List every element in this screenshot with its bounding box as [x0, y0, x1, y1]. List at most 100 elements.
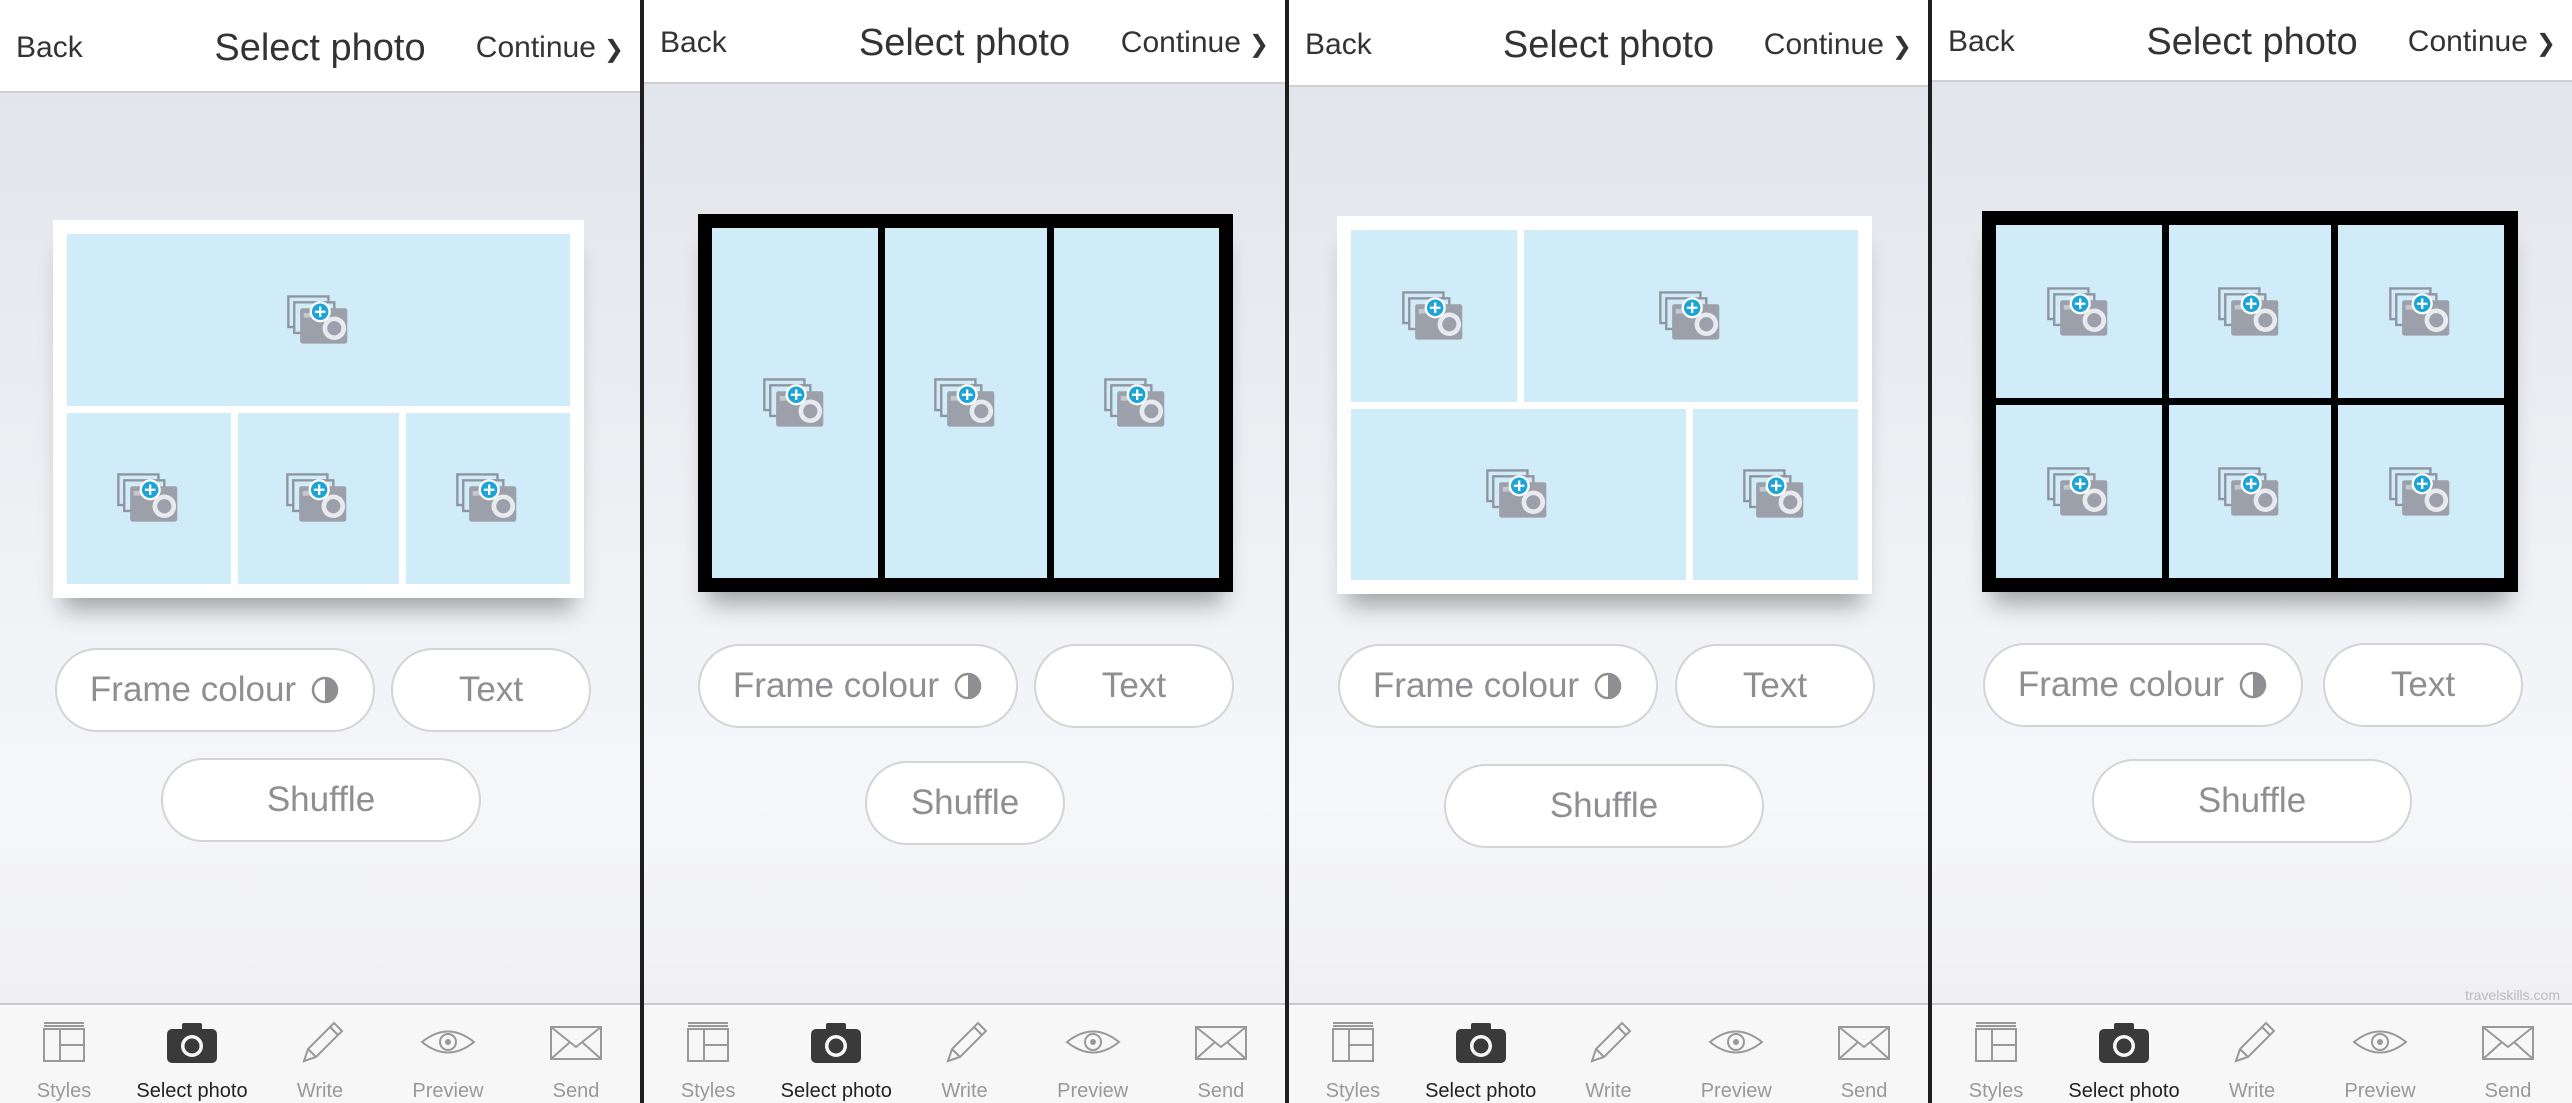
- text-button[interactable]: Text: [391, 648, 591, 732]
- text-button-label: Text: [1742, 666, 1808, 705]
- photo-slot[interactable]: [1351, 230, 1517, 402]
- tab-label: Select photo: [2068, 1080, 2180, 1102]
- camera-icon: [811, 1023, 862, 1063]
- shuffle-button[interactable]: Shuffle: [865, 761, 1065, 845]
- camera-icon-wrap: [128, 1017, 256, 1067]
- photo-slot[interactable]: [2338, 225, 2504, 398]
- phone-screen-4: Back Select photo Continue ❯ Frame colour Tex…: [1932, 0, 2572, 1103]
- envelope-icon: [2482, 1026, 2534, 1060]
- tab-label: Write: [1585, 1080, 1632, 1102]
- frame-colour-button[interactable]: Frame colour: [1983, 643, 2303, 727]
- tab-camera[interactable]: Select photo: [1417, 1005, 1545, 1103]
- back-button[interactable]: Back: [1948, 25, 2015, 59]
- styles-icon-wrap: [1932, 1017, 2060, 1067]
- shuffle-button[interactable]: Shuffle: [2092, 759, 2412, 843]
- shuffle-button-label: Shuffle: [910, 783, 1020, 822]
- tab-styles[interactable]: Styles: [644, 1005, 772, 1103]
- collage-editor: Frame colour Text Shuffle: [1932, 82, 2572, 1003]
- tab-eye[interactable]: Preview: [1029, 1005, 1157, 1103]
- tab-label: Preview: [2344, 1080, 2416, 1102]
- tab-styles[interactable]: Styles: [1289, 1005, 1417, 1103]
- contrast-icon-graphic: [1594, 672, 1622, 700]
- back-button[interactable]: Back: [16, 31, 83, 65]
- tab-envelope[interactable]: Send: [1157, 1005, 1285, 1103]
- tab-envelope[interactable]: Send: [1800, 1005, 1928, 1103]
- tab-bar: Styles Select photo Write Preview Send: [0, 1003, 640, 1103]
- tab-eye[interactable]: Preview: [2316, 1005, 2444, 1103]
- tab-label: Write: [296, 1080, 344, 1102]
- tab-pencil[interactable]: Write: [1545, 1005, 1673, 1103]
- add-photo-icon: [2047, 286, 2108, 336]
- frame-colour-button[interactable]: Frame colour: [698, 644, 1018, 728]
- photo-slot[interactable]: [67, 234, 570, 406]
- tab-label: Select photo: [780, 1080, 892, 1102]
- tab-envelope[interactable]: Send: [512, 1005, 640, 1103]
- contrast-icon: [953, 671, 983, 701]
- eye-icon-wrap: [2316, 1017, 2444, 1067]
- tab-camera[interactable]: Select photo: [128, 1005, 256, 1103]
- back-button[interactable]: Back: [660, 26, 727, 60]
- frame-colour-button[interactable]: Frame colour: [1338, 644, 1658, 728]
- photo-slot[interactable]: [1692, 408, 1858, 580]
- collage-editor: Frame colour Text Shuffle: [0, 93, 640, 1003]
- continue-button[interactable]: Continue ❯: [1764, 28, 1912, 62]
- photo-slot[interactable]: [712, 228, 878, 578]
- add-photo-icon: [286, 295, 347, 344]
- frame-colour-button[interactable]: Frame colour: [55, 648, 375, 732]
- text-button[interactable]: Text: [1034, 644, 1234, 728]
- styles-icon: [687, 1022, 730, 1062]
- phone-screen-3: Back Select photo Continue ❯ Frame colour Tex…: [1289, 0, 1928, 1103]
- frame-colour-label: Frame colour: [89, 670, 297, 709]
- tab-pencil[interactable]: Write: [900, 1005, 1028, 1103]
- photo-slot[interactable]: [1996, 225, 2162, 398]
- continue-label: Continue: [1763, 27, 1884, 61]
- tab-label: Send: [1840, 1080, 1888, 1102]
- continue-button[interactable]: Continue ❯: [1121, 26, 1269, 60]
- tab-envelope[interactable]: Send: [2444, 1005, 2572, 1103]
- nav-bar: Back Select photo Continue ❯: [1932, 0, 2572, 82]
- photo-slot[interactable]: [1351, 408, 1686, 580]
- chevron-right-icon: ❯: [1891, 32, 1912, 60]
- shuffle-button[interactable]: Shuffle: [161, 758, 481, 842]
- tab-styles[interactable]: Styles: [0, 1005, 128, 1103]
- photo-slot[interactable]: [2168, 405, 2332, 578]
- tab-camera[interactable]: Select photo: [772, 1005, 900, 1103]
- text-button-label: Text: [458, 670, 524, 709]
- back-button[interactable]: Back: [1305, 28, 1372, 62]
- photo-slot[interactable]: [2338, 405, 2504, 578]
- photo-slot[interactable]: [884, 228, 1047, 578]
- photo-slot[interactable]: [1053, 228, 1219, 578]
- pencil-icon: [302, 1021, 344, 1063]
- continue-button[interactable]: Continue ❯: [2408, 25, 2556, 59]
- photo-slot[interactable]: [2168, 225, 2332, 398]
- shuffle-button[interactable]: Shuffle: [1444, 764, 1764, 848]
- continue-button[interactable]: Continue ❯: [476, 31, 624, 65]
- tab-bar: Styles Select photo Write Preview Send: [1932, 1003, 2572, 1103]
- photo-slot[interactable]: [1996, 405, 2162, 578]
- text-button[interactable]: Text: [1675, 644, 1875, 728]
- text-button[interactable]: Text: [2323, 643, 2523, 727]
- tab-eye[interactable]: Preview: [1672, 1005, 1800, 1103]
- tab-styles[interactable]: Styles: [1932, 1005, 2060, 1103]
- photo-slot[interactable]: [405, 412, 570, 584]
- envelope-icon-wrap: [1157, 1017, 1285, 1067]
- tab-pencil[interactable]: Write: [256, 1005, 384, 1103]
- tab-eye[interactable]: Preview: [384, 1005, 512, 1103]
- add-photo-icon: [1486, 469, 1547, 518]
- add-photo-icon: [456, 473, 517, 522]
- camera-icon: [2099, 1023, 2149, 1063]
- photo-slot[interactable]: [1523, 230, 1858, 402]
- pencil-icon: [2234, 1021, 2276, 1063]
- tab-camera[interactable]: Select photo: [2060, 1005, 2188, 1103]
- photo-slot[interactable]: [238, 412, 399, 584]
- add-photo-icon: [1104, 378, 1165, 427]
- contrast-icon-graphic: [2239, 671, 2267, 699]
- add-photo-icon: [117, 473, 178, 522]
- shuffle-button-label: Shuffle: [1549, 786, 1659, 825]
- tab-pencil[interactable]: Write: [2188, 1005, 2316, 1103]
- tab-bar: Styles Select photo Write Preview Send: [644, 1003, 1285, 1103]
- add-photo-icon: [286, 473, 347, 522]
- photo-slot[interactable]: [67, 412, 232, 584]
- styles-icon-wrap: [1289, 1017, 1417, 1067]
- add-photo-icon: [1743, 469, 1804, 518]
